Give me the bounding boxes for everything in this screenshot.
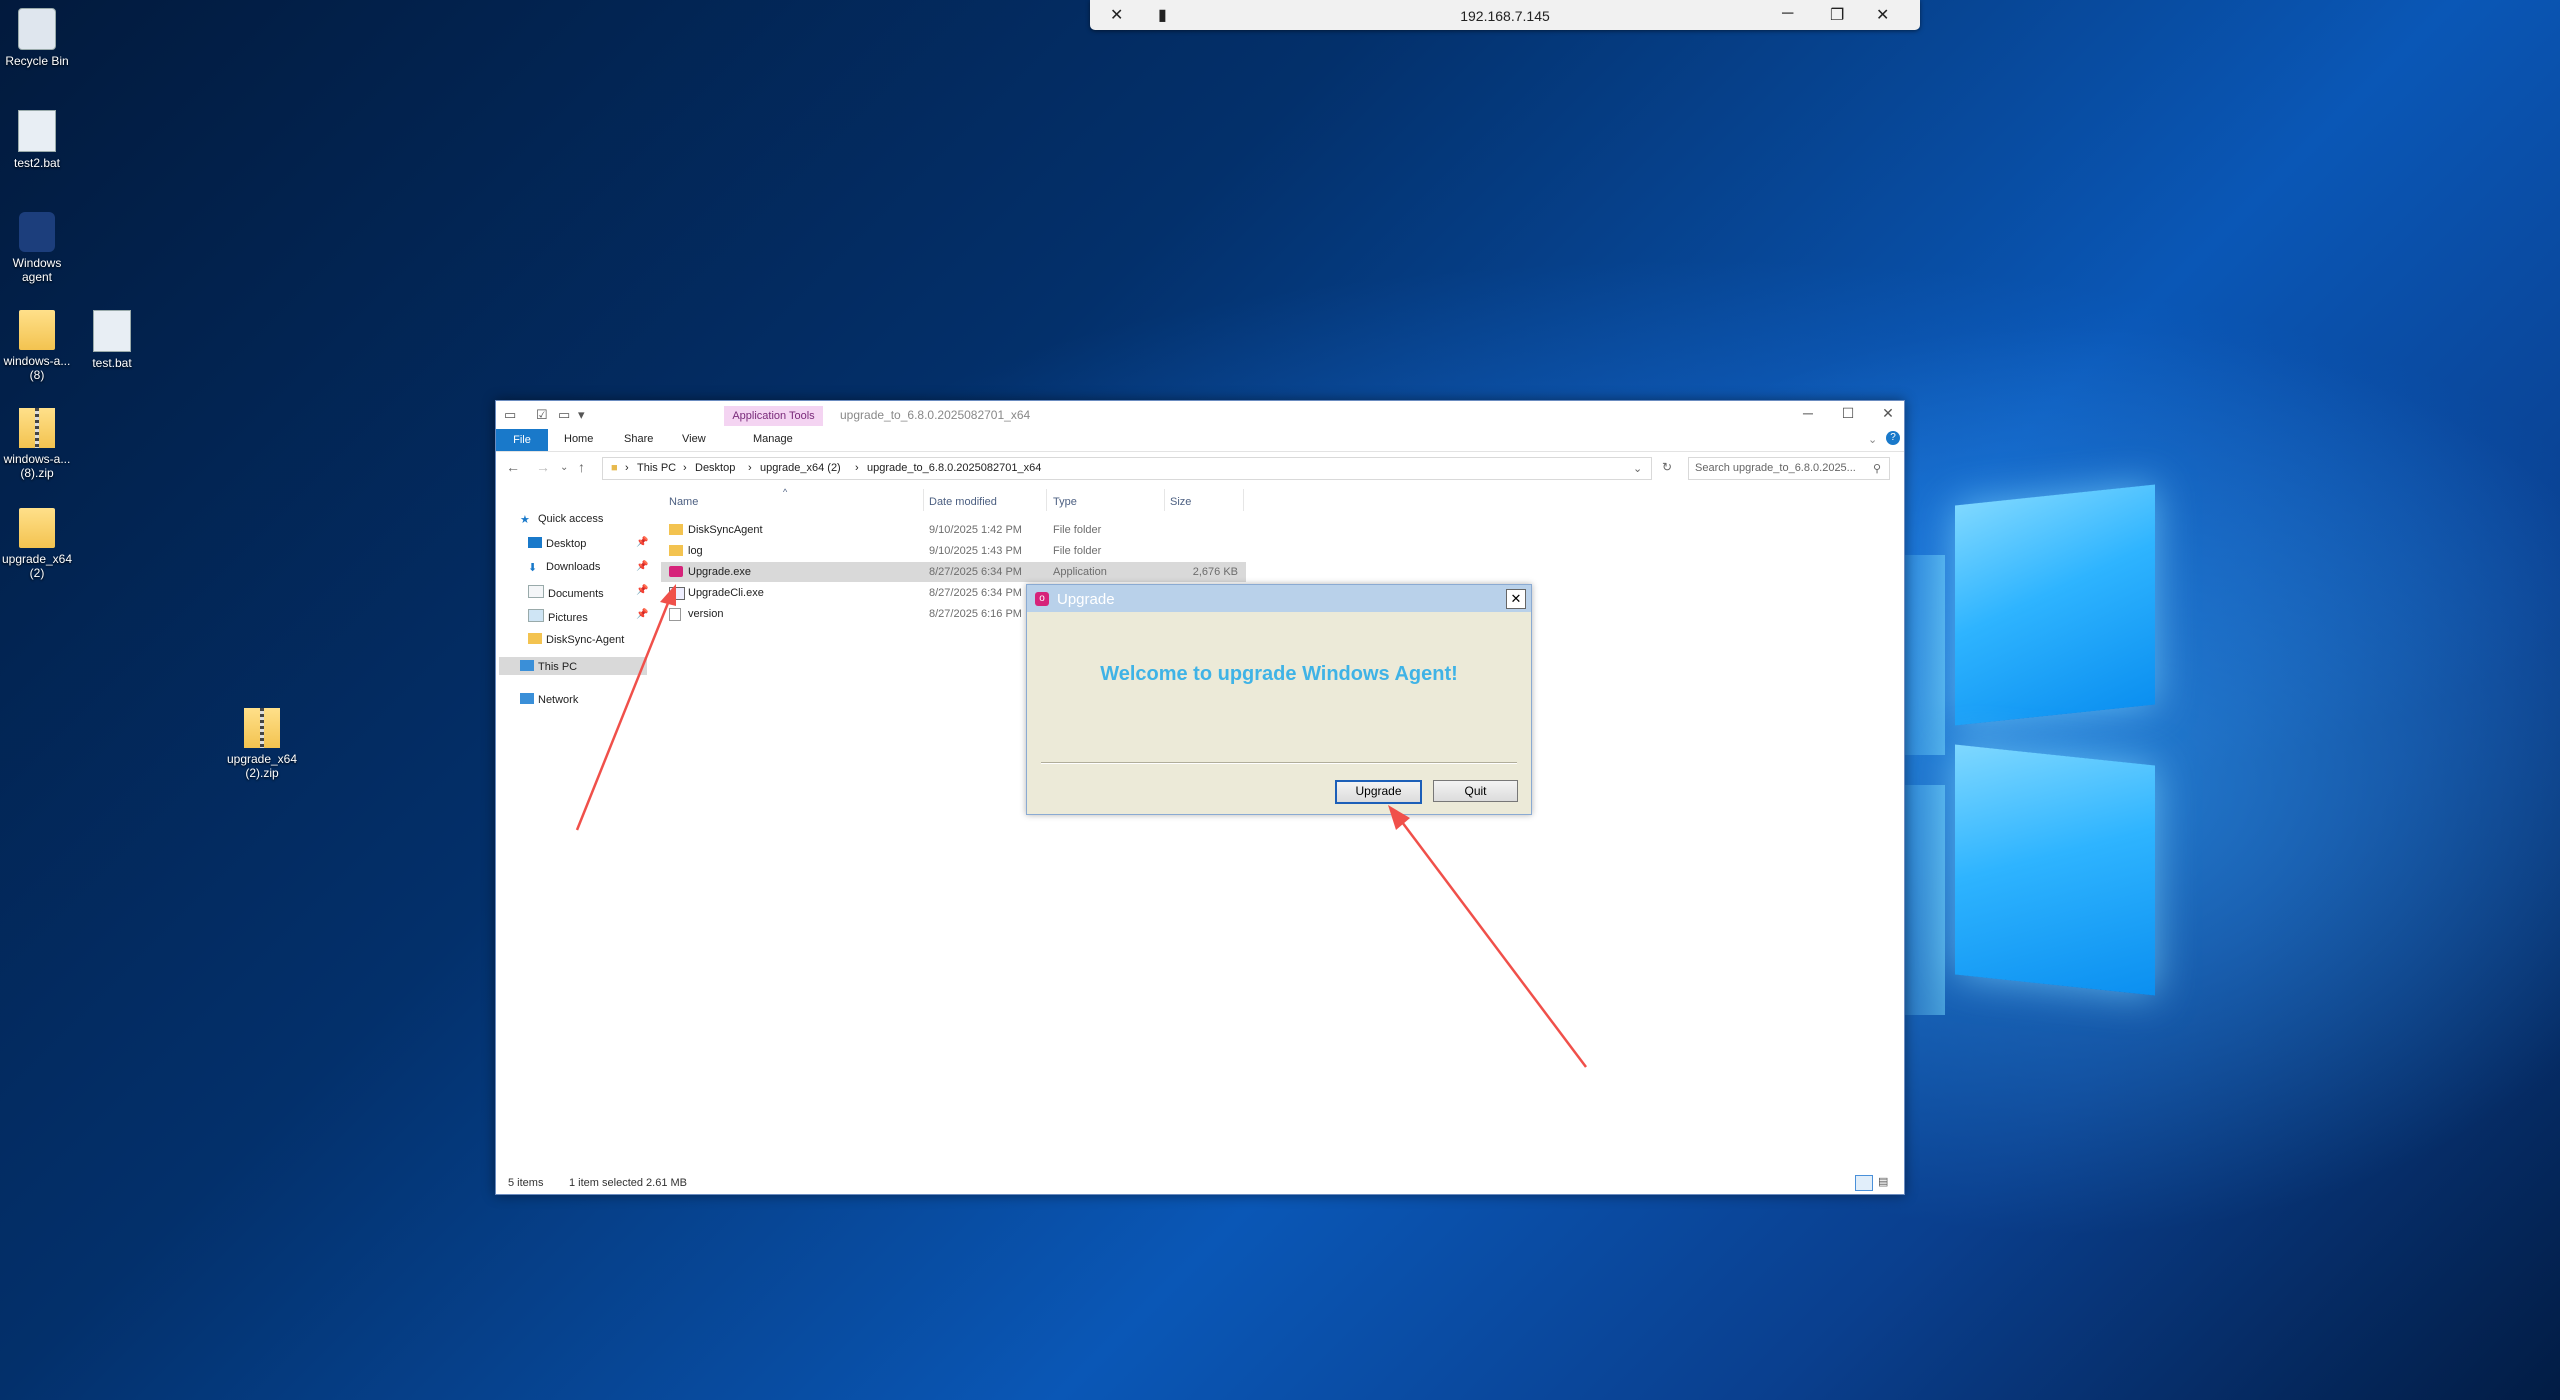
annotation-arrows [575,584,1587,1068]
annotation-arrowhead [660,584,676,606]
annotation-arrow-upgrade-exe [575,597,672,831]
annotation-arrow-upgrade-button [1401,821,1587,1068]
